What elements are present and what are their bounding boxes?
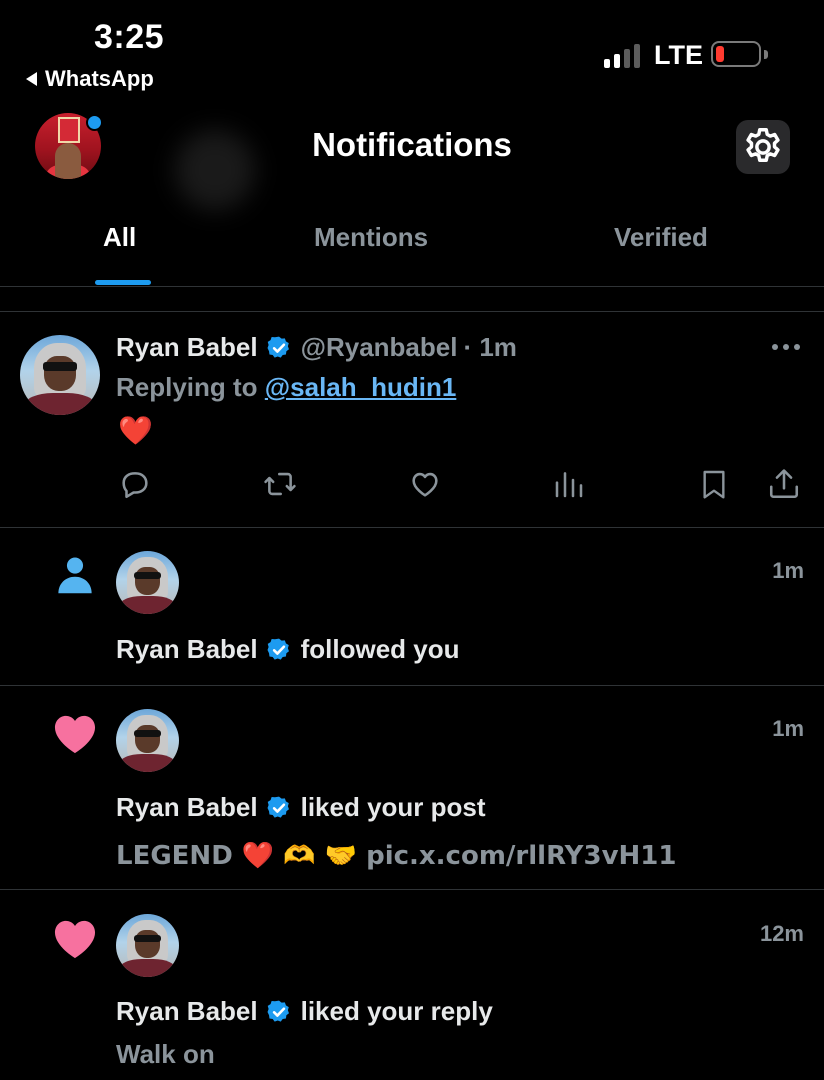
heart-icon (54, 920, 96, 959)
notification-text: Ryan Babel liked your reply (116, 996, 493, 1027)
back-label: WhatsApp (45, 66, 154, 91)
notification-time: 12m (759, 921, 804, 946)
reply-header: Ryan Babel @Ryanbabel · 1m (116, 332, 517, 363)
gear-icon (746, 128, 780, 162)
verified-badge-icon (267, 638, 289, 660)
heart-icon (54, 715, 96, 754)
header-divider (0, 286, 824, 287)
notification-action: liked your reply (300, 996, 493, 1026)
signal-icon (604, 44, 640, 68)
repost-icon[interactable] (260, 467, 300, 501)
notification-action: liked your post (300, 792, 486, 822)
share-icon[interactable] (767, 466, 801, 502)
notification-text: Ryan Babel followed you (116, 634, 460, 665)
tab-mentions[interactable]: Mentions (314, 222, 428, 253)
tab-verified[interactable]: Verified (614, 222, 708, 253)
settings-button[interactable] (736, 120, 790, 174)
network-label: LTE (654, 40, 703, 70)
replying-to-link[interactable]: @salah_hudin1 (265, 372, 457, 402)
avatar[interactable] (116, 709, 179, 772)
notification-time: 1m (772, 716, 804, 741)
more-options-icon[interactable] (770, 341, 802, 353)
person-icon (58, 557, 92, 594)
avatar[interactable] (116, 914, 179, 977)
verified-badge-icon (267, 336, 289, 358)
reply-snippet[interactable]: Walk on (116, 1039, 215, 1070)
status-time: 3:25 (94, 18, 165, 56)
post-content: ❤️ (118, 414, 153, 447)
post-snippet[interactable]: LEGEND ❤️ 🫶 🤝 pic.x.com/rllRY3vH11 (116, 841, 676, 871)
notifier-name[interactable]: Ryan Babel (116, 996, 258, 1027)
notification-time: 1m (772, 558, 804, 583)
replying-prefix: Replying to (116, 372, 258, 402)
notifier-name[interactable]: Ryan Babel (116, 634, 258, 665)
author-name[interactable]: Ryan Babel (116, 332, 258, 363)
notifier-name[interactable]: Ryan Babel (116, 792, 258, 823)
notification-text: Ryan Babel liked your post (116, 792, 486, 823)
post-time: · 1m (463, 332, 517, 362)
tab-all[interactable]: All (103, 222, 136, 253)
avatar[interactable] (20, 335, 100, 415)
notification-action: followed you (300, 634, 460, 664)
author-handle[interactable]: @Ryanbabel (301, 332, 458, 363)
bookmark-icon[interactable] (698, 466, 730, 502)
verified-badge-icon (267, 796, 289, 818)
back-to-whatsapp[interactable]: WhatsApp (26, 66, 154, 92)
page-title: Notifications (312, 126, 512, 163)
battery-icon (711, 41, 761, 67)
battery-tip (764, 50, 768, 59)
avatar[interactable] (116, 551, 179, 614)
reply-icon[interactable] (117, 467, 153, 501)
verified-badge-icon (267, 1000, 289, 1022)
views-icon[interactable] (553, 467, 585, 501)
replying-to-line: Replying to @salah_hudin1 (116, 372, 456, 403)
like-icon[interactable] (406, 467, 444, 501)
active-tab-indicator (95, 280, 151, 285)
back-triangle-icon (26, 72, 37, 86)
